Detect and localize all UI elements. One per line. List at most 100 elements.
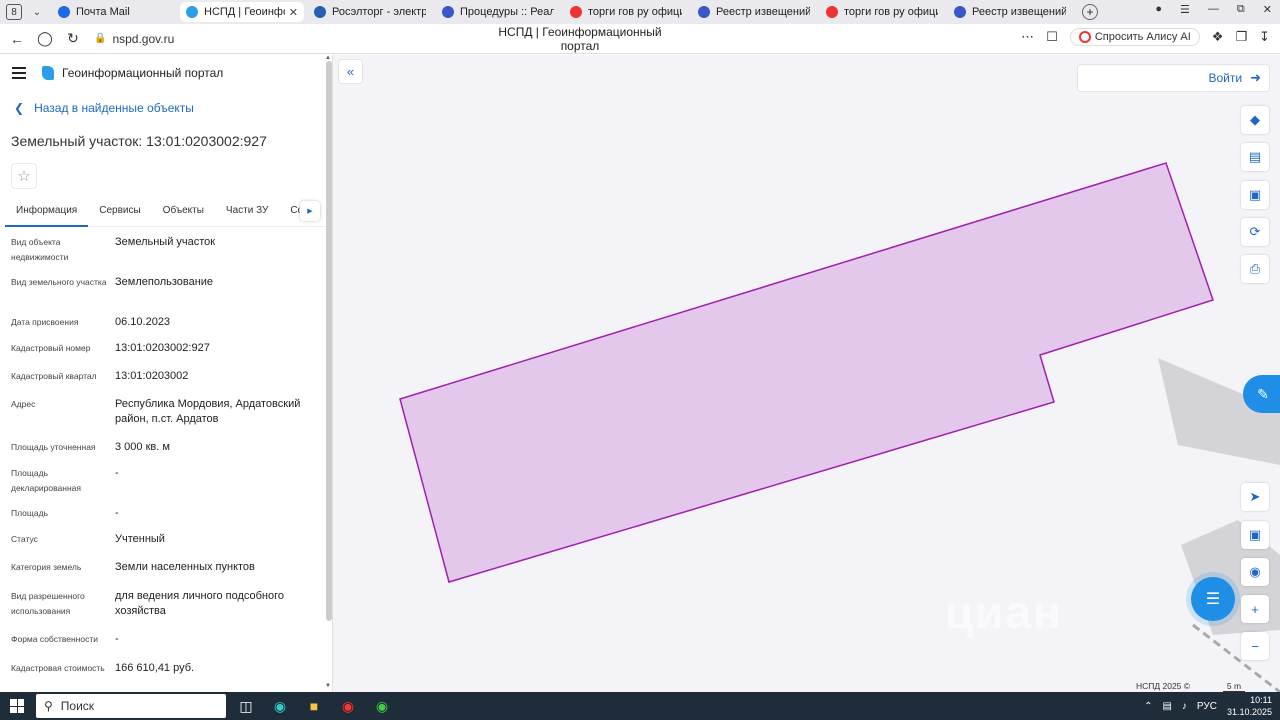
- tab-title: Реестр извещений: [972, 6, 1066, 18]
- zoom-out-icon[interactable]: −: [1241, 632, 1269, 660]
- attribute-label: Дата присвоения: [11, 317, 79, 327]
- browser-tab[interactable]: Росэлторг - электронна: [308, 2, 432, 22]
- tab-favicon-icon: [954, 6, 966, 18]
- chevron-up-icon[interactable]: ⌃: [1144, 701, 1152, 712]
- attribute-value: 13:01:0203002: [115, 370, 189, 382]
- collections-icon[interactable]: ❐: [1235, 29, 1247, 45]
- more-icon[interactable]: ⋯: [1021, 29, 1034, 45]
- page-title: НСПД | Геоинформационный портал: [498, 24, 662, 53]
- restore-icon[interactable]: ⧉: [1237, 3, 1245, 16]
- tab-title: торги гов ру официальн: [844, 6, 938, 18]
- edge-icon[interactable]: ◉: [266, 693, 294, 719]
- menu-icon[interactable]: ☰: [1180, 3, 1190, 16]
- bookmark-icon[interactable]: ☐: [1046, 29, 1058, 45]
- attribute-row: Категория земель Земли населенных пунктов: [0, 560, 332, 589]
- address-bar-actions: ⋯ ☐ Спросить Алису AI ❖ ❐ ↧: [1021, 28, 1270, 46]
- chat-icon[interactable]: ☰: [1191, 577, 1235, 621]
- tabs-scroll-right-icon[interactable]: ▶: [300, 201, 320, 221]
- ruler-icon[interactable]: ▤: [1241, 143, 1269, 171]
- network-icon[interactable]: ▤: [1162, 701, 1171, 712]
- taskbar-search-label: Поиск: [60, 699, 95, 713]
- collapse-panel-button[interactable]: «: [338, 59, 363, 84]
- geolocation-icon[interactable]: ◉: [1241, 558, 1269, 586]
- browser-tab[interactable]: Реестр извещений: [948, 2, 1072, 22]
- task-view-icon[interactable]: ◫: [232, 693, 260, 719]
- share-icon[interactable]: ⟳: [1241, 218, 1269, 246]
- login-button[interactable]: Войти ➜: [1077, 64, 1270, 92]
- tab-title: Процедуры :: Реализац: [460, 6, 554, 18]
- tab-parcel-parts[interactable]: Части ЗУ: [215, 201, 279, 227]
- url-field[interactable]: 🔒 nspd.gov.ru: [94, 32, 174, 46]
- area-select-icon[interactable]: ▣: [1241, 181, 1269, 209]
- attribute-row: Площадь уточненная 3 000 кв. м: [0, 440, 332, 466]
- download-icon[interactable]: ↧: [1259, 29, 1270, 45]
- file-explorer-icon[interactable]: ■: [300, 693, 328, 719]
- tab-services[interactable]: Сервисы: [88, 201, 151, 227]
- back-to-results-label: Назад в найденные объекты: [34, 101, 194, 115]
- attribute-label: Кадастровый квартал: [11, 371, 97, 381]
- chrome-icon[interactable]: ◉: [368, 693, 396, 719]
- reload-icon[interactable]: ↻: [62, 28, 84, 50]
- hamburger-menu-icon[interactable]: [12, 67, 26, 79]
- map-canvas[interactable]: циан « Войти ➜ ◆ ▤ ▣ ⟳ ⎙ ✎ ➤ ▣ ◉ ☰ + − Н…: [333, 55, 1280, 692]
- attribute-value: -: [115, 507, 119, 519]
- search-icon: ⚲: [44, 699, 53, 713]
- browser-tab[interactable]: НСПД | Геоинформац ✕: [180, 2, 304, 22]
- ask-alice-button[interactable]: Спросить Алису AI: [1069, 28, 1200, 46]
- url-text: nspd.gov.ru: [112, 31, 175, 46]
- feedback-badge-icon[interactable]: ✎: [1243, 375, 1280, 413]
- language-indicator[interactable]: РУС: [1197, 701, 1217, 712]
- volume-icon[interactable]: ♪: [1182, 701, 1187, 712]
- browser-tab[interactable]: Почта Mail: [52, 2, 176, 22]
- attribute-label: Площадь декларированная: [11, 468, 81, 493]
- minimap-icon[interactable]: ▣: [1241, 521, 1269, 549]
- tabs-container: Почта Mail НСПД | Геоинформац ✕ Росэлторг -…: [52, 2, 1076, 22]
- extensions-icon[interactable]: ❖: [1212, 29, 1224, 45]
- yandex-icon[interactable]: ◯: [34, 28, 56, 50]
- attribute-row: Вид земельного участка Землепользование: [0, 275, 332, 315]
- attribute-label: Адрес: [11, 399, 36, 409]
- attribute-value: для ведения личного подсобного хозяйства: [115, 590, 285, 617]
- login-icon: ➜: [1250, 70, 1261, 85]
- tab-counter[interactable]: 8: [6, 4, 22, 20]
- land-parcel-polygon[interactable]: [399, 162, 1214, 583]
- attribute-value: 06.10.2023: [115, 316, 171, 328]
- attribute-row: Кадастровый квартал 13:01:0203002: [0, 369, 332, 397]
- print-icon[interactable]: ⎙: [1241, 255, 1269, 283]
- panel-scrollbar[interactable]: [326, 61, 332, 621]
- browser-tab[interactable]: Реестр извещений: [692, 2, 816, 22]
- browser-tab[interactable]: Процедуры :: Реализац: [436, 2, 560, 22]
- favorite-star-icon[interactable]: ☆: [11, 163, 37, 189]
- yandex-browser-icon[interactable]: ◉: [334, 693, 362, 719]
- map-copyright: НСПД 2025 ©: [1136, 681, 1191, 691]
- close-window-icon[interactable]: ✕: [1263, 3, 1272, 16]
- windows-start-icon[interactable]: [10, 699, 24, 713]
- attribute-label: Вид объекта недвижимости: [11, 237, 69, 262]
- address-bar: ← ◯ ↻ 🔒 nspd.gov.ru НСПД | Геоинформацио…: [0, 24, 1280, 54]
- navigate-icon[interactable]: ➤: [1241, 483, 1269, 511]
- attribute-row: Статус Учтенный: [0, 532, 332, 560]
- chevron-left-icon: ❮: [14, 101, 25, 115]
- tab-objects[interactable]: Объекты: [152, 201, 215, 227]
- chevron-down-icon[interactable]: ⌄: [28, 3, 46, 21]
- zoom-in-icon[interactable]: +: [1241, 595, 1269, 623]
- browser-tab[interactable]: торги гов ру официальн: [564, 2, 688, 22]
- attribute-row: Дата присвоения 06.10.2023: [0, 315, 332, 341]
- profile-icon[interactable]: ●: [1155, 3, 1162, 16]
- browser-tab-bar: 8 ⌄ Почта Mail НСПД | Геоинформац ✕ Росэлто…: [0, 0, 1280, 24]
- back-arrow-icon[interactable]: ←: [6, 28, 28, 50]
- taskbar-search[interactable]: ⚲ Поиск: [36, 694, 226, 718]
- tab-information[interactable]: Информация: [5, 201, 89, 227]
- attribute-value: 3 000 кв. м: [115, 441, 170, 453]
- scroll-down-icon[interactable]: ▼: [325, 683, 331, 689]
- back-to-results-link[interactable]: ❮ Назад в найденные объекты: [14, 101, 332, 115]
- close-tab-icon[interactable]: ✕: [289, 6, 298, 19]
- tab-favicon-icon: [442, 6, 454, 18]
- minimize-icon[interactable]: —: [1208, 3, 1219, 16]
- new-tab-icon[interactable]: +: [1082, 4, 1098, 20]
- layers-icon[interactable]: ◆: [1241, 106, 1269, 134]
- attribute-value: Земельный участок: [115, 236, 216, 248]
- clock[interactable]: 10:11 31.10.2025: [1227, 694, 1272, 718]
- browser-tab[interactable]: торги гов ру официальн: [820, 2, 944, 22]
- system-tray: ⌃ ▤ ♪ РУС 10:11 31.10.2025: [1144, 694, 1272, 718]
